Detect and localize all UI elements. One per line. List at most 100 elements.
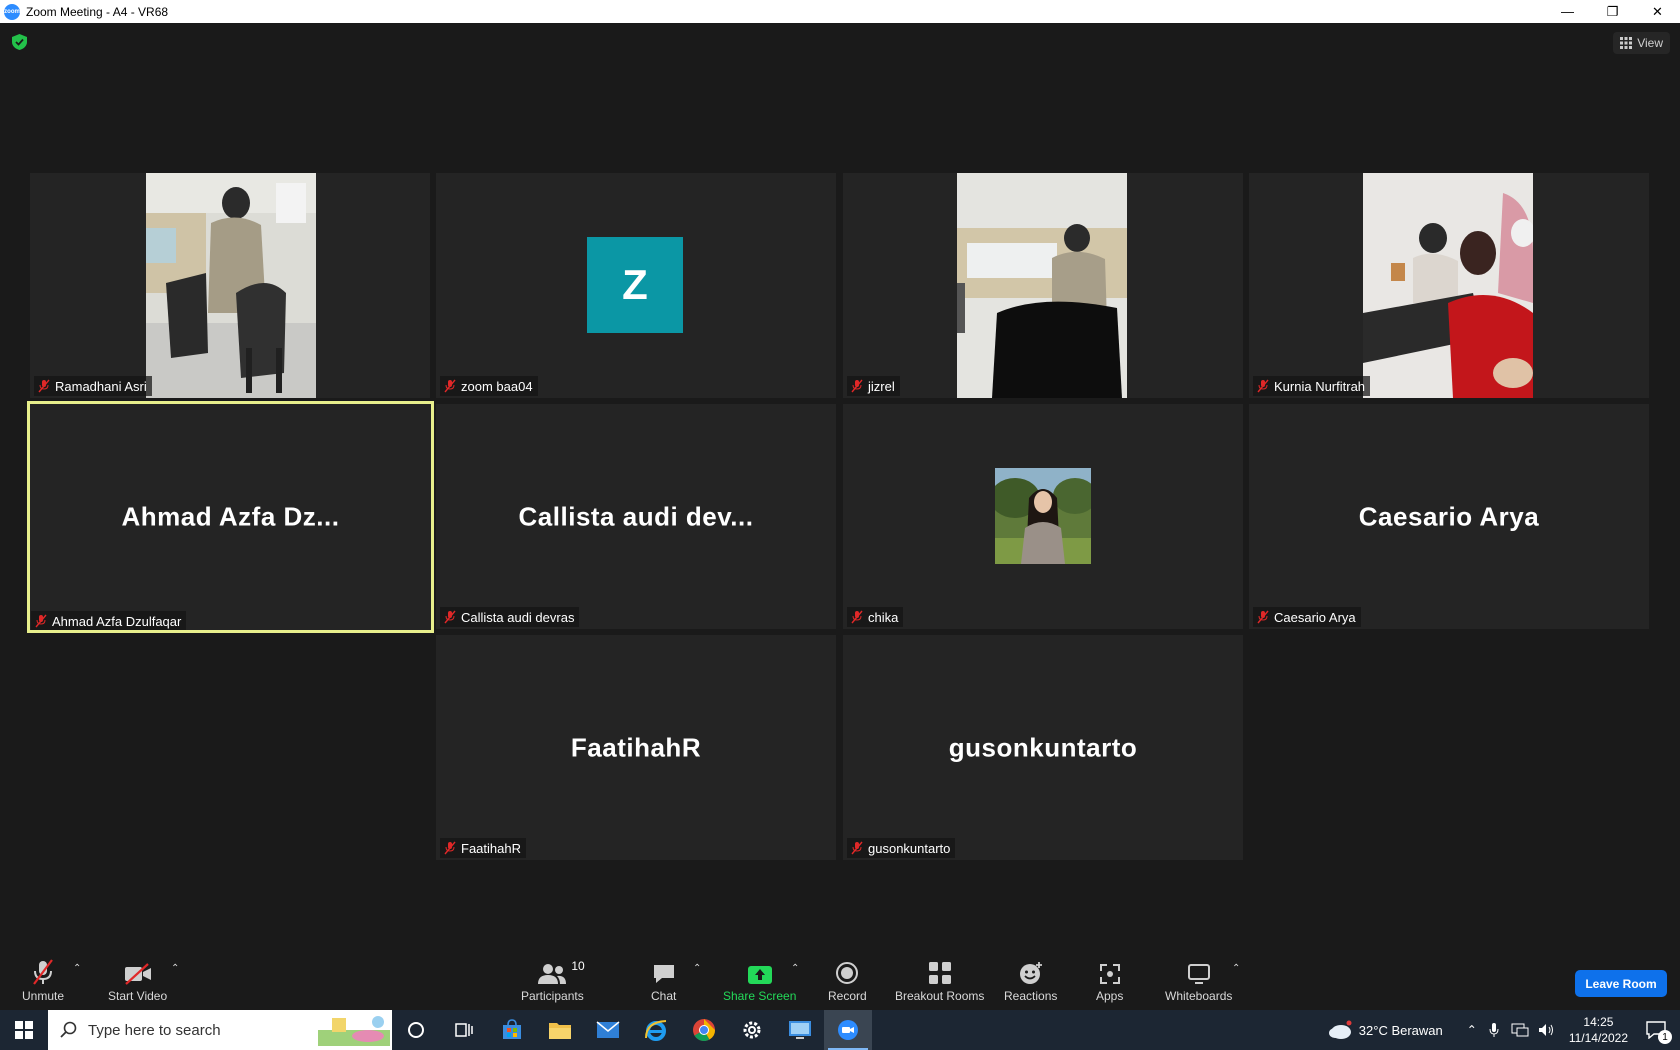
participant-tile-gusonkuntarto[interactable]: gusonkuntarto gusonkuntarto [843,635,1243,860]
taskbar-settings[interactable] [728,1010,776,1050]
cortana-circle-icon [408,1022,424,1038]
participant-name-label: Kurnia Nurfitrah [1253,376,1371,396]
minimize-button[interactable]: — [1545,0,1590,23]
chat-options-caret[interactable]: ⌃ [693,963,701,974]
participant-name-label: zoom baa04 [440,376,538,396]
muted-mic-icon [444,379,456,393]
participant-tile-ramadhani[interactable]: Ramadhani Asri [30,173,430,398]
record-icon [836,962,859,984]
windows-logo-icon [15,1021,33,1039]
notification-center-button[interactable]: 1 [1646,1010,1674,1050]
participant-name-label: Callista audi devras [440,607,580,627]
zoom-icon [838,1020,858,1040]
task-view-button[interactable] [440,1010,488,1050]
profile-photo [995,468,1091,564]
share-screen-icon [747,966,772,984]
tray-overflow-chevron-icon[interactable]: ⌃ [1467,1023,1477,1037]
task-view-icon [455,1023,473,1037]
participant-tile-faatihahr[interactable]: FaatihahR FaatihahR [436,635,836,860]
close-button[interactable]: ✕ [1635,0,1680,23]
weather-cloud-icon [1328,1020,1352,1039]
participant-display-name: gusonkuntarto [948,732,1138,762]
audio-options-caret[interactable]: ⌃ [73,963,81,974]
participants-icon [538,964,567,984]
participant-display-name: FaatihahR [570,732,702,762]
microphone-icon[interactable] [1489,1022,1499,1038]
participant-tile-kurnia[interactable]: Kurnia Nurfitrah [1249,173,1649,398]
windows-start-button[interactable] [0,1010,48,1050]
view-button[interactable]: View [1613,32,1670,54]
muted-mic-icon [38,379,50,393]
participant-video [957,173,1127,398]
meeting-toolbar: Unmute ⌃ Start Video ⌃ 10 Participants C… [0,955,1680,1009]
muted-mic-icon [851,841,863,855]
participants-button[interactable]: 10 Participants [521,959,585,1003]
remote-desktop-icon [789,1021,811,1039]
muted-mic-icon [851,379,863,393]
whiteboard-options-caret[interactable]: ⌃ [1232,963,1240,974]
leave-room-button[interactable]: Leave Room [1575,970,1667,997]
participant-video [146,173,316,398]
apps-icon [1099,964,1120,984]
apps-button[interactable]: Apps [1096,959,1123,1003]
participants-count: 10 [571,959,585,973]
participant-tile-jizrel[interactable]: jizrel [843,173,1243,398]
restore-button[interactable]: ❐ [1590,0,1635,23]
search-icon [60,1021,77,1038]
taskbar-search-input[interactable]: Type here to search [48,1010,392,1050]
search-highlight-illustration-icon [318,1016,390,1046]
windows-taskbar: Type here to search 32°C Berawan ⌃ 14:25… [0,1010,1680,1050]
taskbar-internet-explorer[interactable] [632,1010,680,1050]
clock-date: 11/14/2022 [1568,1031,1628,1045]
muted-mic-icon [444,841,456,855]
notification-count-badge: 1 [1658,1030,1672,1044]
participant-name-label: Ramadhani Asri [34,376,152,396]
participant-display-name: Caesario Arya [1358,501,1540,531]
whiteboard-icon [1187,964,1210,984]
taskbar-chrome[interactable] [680,1010,728,1050]
taskbar-zoom[interactable] [824,1010,872,1050]
start-video-button[interactable]: Start Video [108,959,167,1003]
unmute-button[interactable]: Unmute [22,959,64,1003]
mail-icon [596,1021,620,1038]
participant-tile-ahmad-active-speaker[interactable]: Ahmad Azfa Dz... Ahmad Azfa Dzulfaqar [27,401,434,633]
participant-tile-callista[interactable]: Callista audi dev... Callista audi devra… [436,404,836,629]
internet-explorer-icon [645,1020,667,1041]
reactions-icon [1019,962,1042,984]
reactions-button[interactable]: Reactions [1004,959,1057,1003]
view-label: View [1637,36,1663,50]
participant-display-name: Callista audi dev... [518,501,754,531]
taskbar-remote-desktop[interactable] [776,1010,824,1050]
avatar: Z [587,237,683,333]
muted-mic-icon [1257,379,1269,393]
volume-icon[interactable] [1537,1022,1555,1038]
network-icon[interactable] [1511,1022,1529,1038]
security-shield-icon[interactable] [12,34,27,50]
participant-display-name: Ahmad Azfa Dz... [121,501,340,532]
taskbar-file-explorer[interactable] [536,1010,584,1050]
participant-tile-caesario[interactable]: Caesario Arya Caesario Arya [1249,404,1649,629]
chat-button[interactable]: Chat [651,959,676,1003]
participant-name-label: FaatihahR [440,838,526,858]
folder-icon [549,1023,571,1039]
zoom-app-icon: zoom [4,3,20,20]
breakout-rooms-icon [928,962,951,984]
muted-mic-icon [33,959,53,985]
whiteboards-button[interactable]: Whiteboards [1165,959,1232,1003]
gear-icon [743,1021,761,1039]
cortana-button[interactable] [392,1010,440,1050]
clock[interactable]: 14:25 11/14/2022 [1569,1014,1628,1046]
taskbar-store[interactable] [488,1010,536,1050]
window-titlebar: zoom Zoom Meeting - A4 - VR68 — ❐ ✕ [0,0,1680,23]
share-screen-button[interactable]: Share Screen [723,959,796,1003]
breakout-rooms-button[interactable]: Breakout Rooms [895,959,984,1003]
participant-tile-chika[interactable]: chika [843,404,1243,629]
share-options-caret[interactable]: ⌃ [791,963,799,974]
window-title: Zoom Meeting - A4 - VR68 [26,4,169,19]
record-button[interactable]: Record [828,959,867,1003]
participant-tile-zoom-baa04[interactable]: Z zoom baa04 [436,173,836,398]
video-options-caret[interactable]: ⌃ [171,963,179,974]
taskbar-mail[interactable] [584,1010,632,1050]
weather-text[interactable]: 32°C Berawan [1359,1023,1443,1038]
video-off-icon [124,963,151,985]
